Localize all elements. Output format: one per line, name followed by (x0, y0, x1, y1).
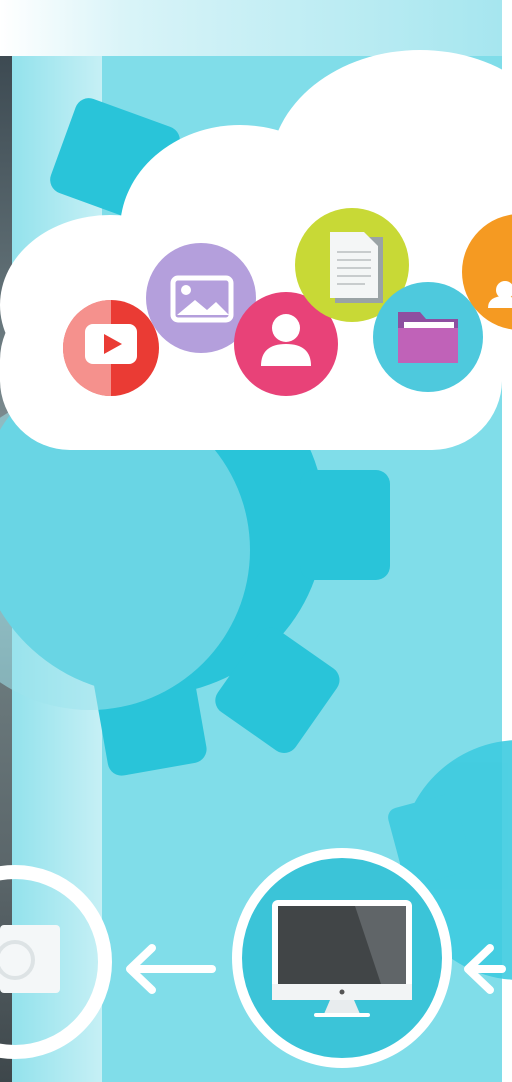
youtube-play-icon (63, 300, 159, 396)
folder-icon (373, 282, 483, 392)
illustration-canvas (0, 0, 512, 1082)
desktop-monitor-icon (232, 848, 452, 1068)
cloud-sync-illustration (0, 0, 512, 1082)
top-band (0, 0, 502, 56)
